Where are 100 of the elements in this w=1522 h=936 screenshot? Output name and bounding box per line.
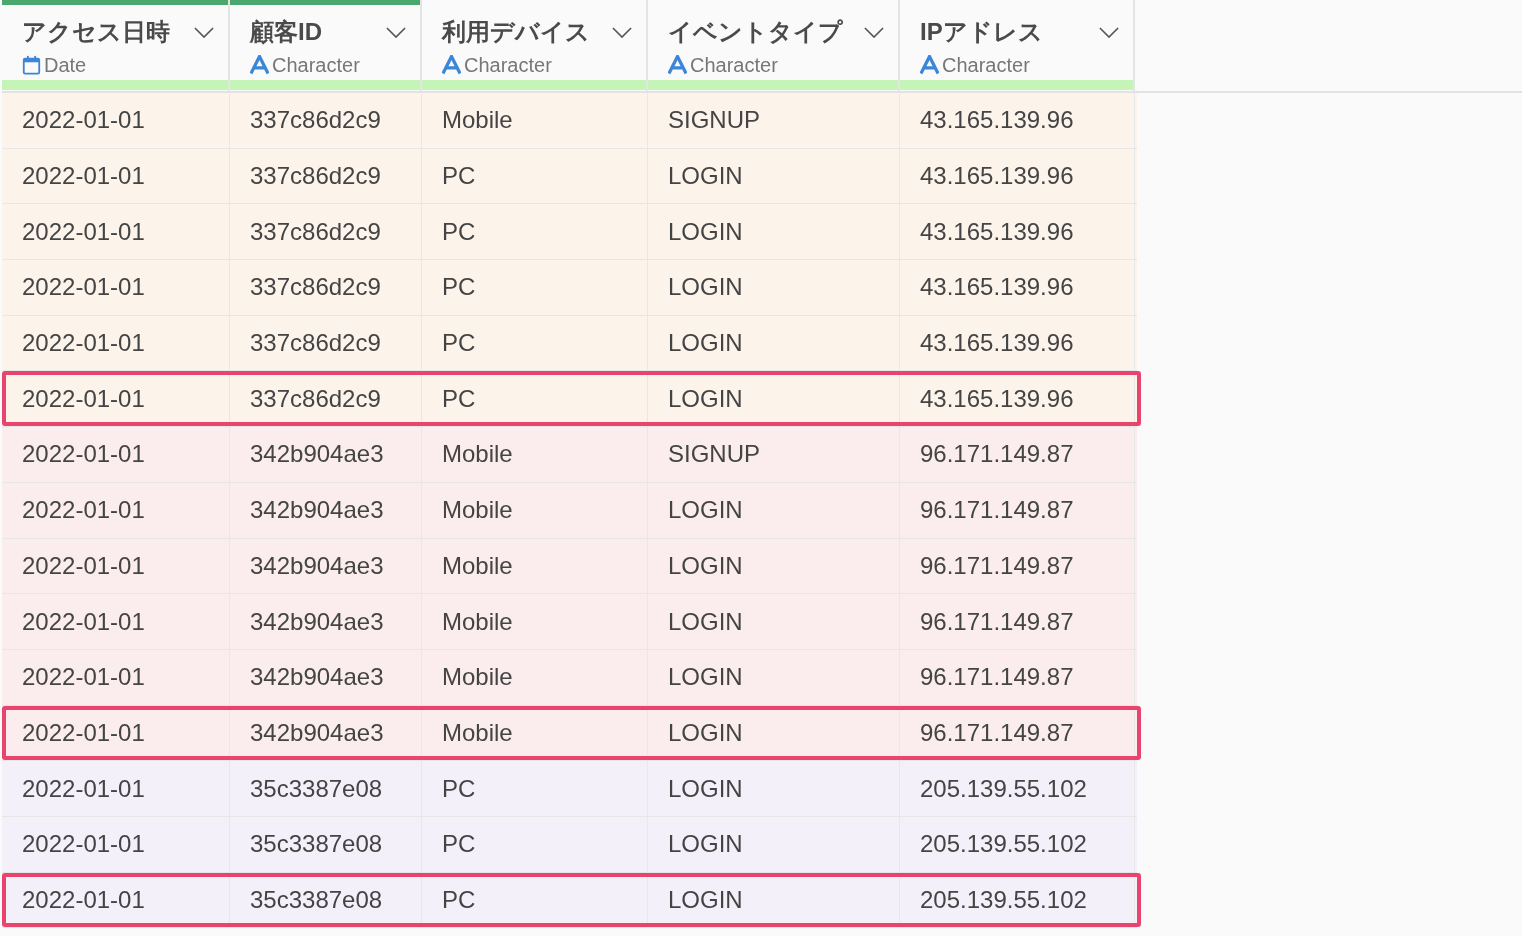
table-cell: 2022-01-01 bbox=[22, 830, 145, 859]
table-cell: 337c86d2c9 bbox=[250, 329, 381, 358]
table-cell: 96.171.149.87 bbox=[920, 718, 1074, 747]
table-cell: 96.171.149.87 bbox=[920, 440, 1074, 469]
table-cell: PC bbox=[442, 273, 476, 302]
table-cell: Mobile bbox=[442, 496, 513, 525]
column-type: Character bbox=[272, 53, 360, 77]
table-cell: 43.165.139.96 bbox=[920, 329, 1074, 358]
table-cell: 96.171.149.87 bbox=[920, 551, 1074, 580]
table-cell: 342b904ae3 bbox=[250, 663, 384, 692]
table-cell: 342b904ae3 bbox=[250, 718, 384, 747]
chevron-down-icon[interactable] bbox=[612, 26, 632, 38]
table-cell: LOGIN bbox=[668, 496, 743, 525]
table-cell: 2022-01-01 bbox=[22, 329, 145, 358]
table-cell: 43.165.139.96 bbox=[920, 106, 1074, 135]
table-cell: Mobile bbox=[442, 440, 513, 469]
table-cell: PC bbox=[442, 384, 476, 413]
table-cell: 342b904ae3 bbox=[250, 440, 384, 469]
chevron-down-icon[interactable] bbox=[1099, 26, 1119, 38]
table-cell: 96.171.149.87 bbox=[920, 607, 1074, 636]
chevron-down-icon[interactable] bbox=[194, 26, 214, 38]
table-cell: 342b904ae3 bbox=[250, 551, 384, 580]
table-cell: 342b904ae3 bbox=[250, 607, 384, 636]
table-cell: LOGIN bbox=[668, 830, 743, 859]
letter-a-icon bbox=[442, 55, 461, 75]
table-cell: 2022-01-01 bbox=[22, 496, 145, 525]
column-type: Date bbox=[44, 53, 87, 77]
table-cell: 2022-01-01 bbox=[22, 718, 145, 747]
table-cell: 337c86d2c9 bbox=[250, 162, 381, 191]
table-cell: 2022-01-01 bbox=[22, 440, 145, 469]
table-cell: 43.165.139.96 bbox=[920, 273, 1074, 302]
column-header[interactable]: 利用デバイス Character bbox=[422, 0, 648, 91]
table-cell: 2022-01-01 bbox=[22, 106, 145, 135]
column-title: 顧客ID bbox=[250, 17, 322, 47]
table-cell: LOGIN bbox=[668, 663, 743, 692]
letter-a-icon bbox=[250, 55, 269, 75]
table-cell: 35c3387e08 bbox=[250, 774, 383, 803]
table-cell: 2022-01-01 bbox=[22, 774, 145, 803]
table-cell: 35c3387e08 bbox=[250, 830, 383, 859]
table-cell: 2022-01-01 bbox=[22, 607, 145, 636]
table-cell: PC bbox=[442, 162, 476, 191]
table-cell: 2022-01-01 bbox=[22, 384, 145, 413]
table-cell: LOGIN bbox=[668, 273, 743, 302]
table-cell: 35c3387e08 bbox=[250, 885, 383, 914]
chevron-down-icon[interactable] bbox=[386, 26, 406, 38]
table-cell: 2022-01-01 bbox=[22, 217, 145, 246]
table-cell: Mobile bbox=[442, 607, 513, 636]
table-cell: 2022-01-01 bbox=[22, 663, 145, 692]
table-cell: 2022-01-01 bbox=[22, 162, 145, 191]
table-cell: 342b904ae3 bbox=[250, 496, 384, 525]
table-cell: Mobile bbox=[442, 106, 513, 135]
column-header[interactable]: アクセス日時 Date bbox=[2, 0, 230, 91]
table-cell: LOGIN bbox=[668, 384, 743, 413]
column-header[interactable]: 顧客ID Character bbox=[230, 0, 422, 91]
chevron-down-icon[interactable] bbox=[864, 26, 884, 38]
table-cell: 2022-01-01 bbox=[22, 885, 145, 914]
table-cell: 205.139.55.102 bbox=[920, 885, 1087, 914]
table-cell: PC bbox=[442, 217, 476, 246]
table-cell: 205.139.55.102 bbox=[920, 774, 1087, 803]
table-cell: LOGIN bbox=[668, 885, 743, 914]
table-cell: LOGIN bbox=[668, 551, 743, 580]
letter-a-icon bbox=[668, 55, 687, 75]
table-cell: PC bbox=[442, 774, 476, 803]
table-cell: Mobile bbox=[442, 551, 513, 580]
column-title: 利用デバイス bbox=[442, 17, 590, 47]
column-header[interactable]: IPアドレス Character bbox=[900, 0, 1135, 91]
table-cell: LOGIN bbox=[668, 329, 743, 358]
column-type: Character bbox=[942, 53, 1030, 77]
table-cell: 2022-01-01 bbox=[22, 273, 145, 302]
table-cell: PC bbox=[442, 329, 476, 358]
table-cell: 337c86d2c9 bbox=[250, 384, 381, 413]
table-cell: LOGIN bbox=[668, 217, 743, 246]
table-cell: LOGIN bbox=[668, 774, 743, 803]
table-cell: 337c86d2c9 bbox=[250, 217, 381, 246]
table-cell: 43.165.139.96 bbox=[920, 162, 1074, 191]
table-cell: LOGIN bbox=[668, 718, 743, 747]
table-cell: 43.165.139.96 bbox=[920, 384, 1074, 413]
table-cell: 337c86d2c9 bbox=[250, 273, 381, 302]
column-title: イベントタイプ bbox=[668, 17, 843, 47]
table-cell: 96.171.149.87 bbox=[920, 496, 1074, 525]
table-cell: SIGNUP bbox=[668, 106, 760, 135]
table-cell: SIGNUP bbox=[668, 440, 760, 469]
table-cell: 205.139.55.102 bbox=[920, 830, 1087, 859]
table-cell: 2022-01-01 bbox=[22, 551, 145, 580]
table-cell: 337c86d2c9 bbox=[250, 106, 381, 135]
column-title: アクセス日時 bbox=[22, 17, 170, 47]
column-header[interactable]: イベントタイプ Character bbox=[648, 0, 900, 91]
table-cell: LOGIN bbox=[668, 162, 743, 191]
letter-a-icon bbox=[920, 55, 939, 75]
table-cell: Mobile bbox=[442, 718, 513, 747]
table-cell: PC bbox=[442, 830, 476, 859]
calendar-icon bbox=[22, 55, 41, 75]
column-type: Character bbox=[464, 53, 552, 77]
table-cell: Mobile bbox=[442, 663, 513, 692]
column-title: IPアドレス bbox=[920, 17, 1043, 47]
table-cell: 96.171.149.87 bbox=[920, 663, 1074, 692]
table-cell: 43.165.139.96 bbox=[920, 217, 1074, 246]
table-cell: LOGIN bbox=[668, 607, 743, 636]
table-cell: PC bbox=[442, 885, 476, 914]
column-type: Character bbox=[690, 53, 778, 77]
